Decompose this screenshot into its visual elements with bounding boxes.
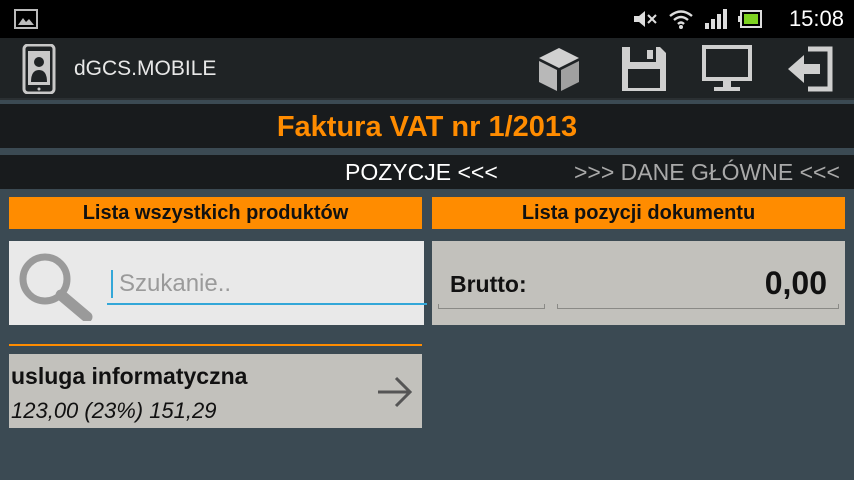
tab-strip: POZYCJE <<< >>> DANE GŁÓWNE <<< (0, 155, 854, 189)
status-time: 15:08 (788, 6, 844, 31)
logout-button[interactable] (786, 44, 836, 94)
text-cursor (111, 270, 113, 298)
wifi-icon (669, 10, 693, 29)
document-title-bar: Faktura VAT nr 1/2013 (0, 104, 854, 148)
search-icon[interactable] (15, 249, 95, 321)
all-products-header: Lista wszystkich produktów (9, 197, 422, 229)
brutto-value: 0,00 (764, 265, 827, 301)
package-icon (539, 48, 579, 91)
document-title: Faktura VAT nr 1/2013 (276, 111, 578, 143)
signal-icon (705, 9, 727, 29)
save-icon (622, 47, 666, 91)
product-name: usluga informatyczna (11, 363, 248, 389)
brutto-label: Brutto: (450, 271, 527, 297)
arrow-right-icon[interactable] (376, 374, 414, 410)
logout-icon (788, 46, 833, 92)
mute-icon (634, 11, 657, 27)
status-bar: 15:08 (0, 0, 854, 38)
monitor-icon (702, 45, 752, 91)
app-logo-icon (22, 44, 56, 94)
app-title: dGCS.MOBILE (74, 57, 217, 80)
tab-dane-glowne[interactable]: >>> DANE GŁÓWNE <<< (574, 159, 840, 186)
action-bar: dGCS.MOBILE (0, 38, 854, 100)
brutto-panel: Brutto: 0,00 (432, 241, 845, 325)
gallery-icon (14, 9, 38, 29)
package-button[interactable] (534, 44, 584, 94)
search-panel (9, 241, 427, 325)
brutto-label-underline (438, 304, 545, 309)
brutto-value-underline (557, 304, 839, 309)
tab-pozycje[interactable]: POZYCJE <<< (345, 159, 498, 186)
battery-icon (738, 10, 762, 28)
document-items-header: Lista pozycji dokumentu (432, 197, 845, 229)
list-item[interactable]: usluga informatyczna 123,00 (23%) 151,29 (9, 354, 422, 428)
search-input[interactable] (107, 265, 427, 305)
monitor-button[interactable] (702, 44, 752, 94)
product-price: 123,00 (23%) 151,29 (11, 398, 217, 423)
list-divider (9, 344, 422, 346)
save-button[interactable] (619, 44, 669, 94)
